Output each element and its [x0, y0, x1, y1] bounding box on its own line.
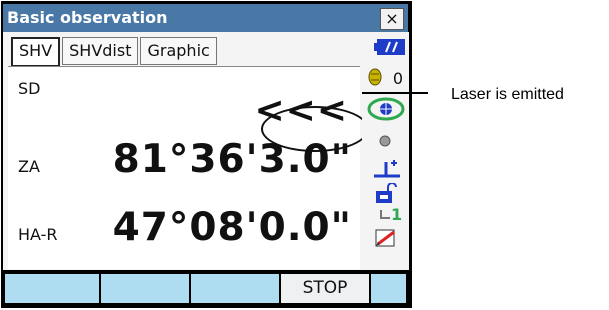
keyboard-unlock-icon[interactable] — [374, 183, 400, 205]
tab-shvdist[interactable]: SHVdist — [62, 37, 139, 65]
coin-icon — [368, 68, 382, 86]
tab-shv[interactable]: SHV — [11, 37, 61, 67]
instrument-screen: Basic observation × SHV SHVdist Graphic … — [1, 1, 412, 308]
window-title: Basic observation — [7, 8, 168, 27]
ha-label: HA-R — [18, 225, 58, 244]
title-bar: Basic observation × — [3, 4, 408, 32]
softkey-1[interactable] — [5, 274, 99, 303]
tilt-level-icon[interactable] — [372, 156, 402, 178]
callout-line — [362, 92, 428, 94]
sd-label: SD — [18, 79, 41, 98]
za-value: 81°36'3.0" — [112, 137, 352, 182]
stop-button[interactable]: STOP — [281, 274, 369, 303]
battery-icon — [374, 39, 405, 55]
target-prism-icon[interactable] — [366, 96, 406, 122]
softkey-5[interactable] — [371, 274, 406, 303]
coin-count: 0 — [392, 69, 403, 88]
close-button[interactable]: × — [380, 8, 404, 30]
main-panel: SHV SHVdist Graphic SD <<< ZA 81°36'3.0"… — [3, 32, 369, 270]
softkey-bar: STOP — [3, 272, 408, 305]
ha-value: 47°08'0.0" — [112, 205, 352, 250]
za-label: ZA — [18, 157, 40, 176]
observation-content: SD <<< ZA 81°36'3.0" HA-R 47°08'0.0" — [8, 66, 369, 269]
status-sidebar: 0 1 — [362, 32, 409, 270]
tab-graphic[interactable]: Graphic — [140, 37, 217, 65]
page-number: 1 — [391, 205, 403, 224]
callout-label: Laser is emitted — [451, 86, 564, 103]
softkey-3[interactable] — [191, 274, 279, 303]
dot-indicator-icon — [379, 135, 391, 147]
softkey-2[interactable] — [101, 274, 189, 303]
record-pen-icon[interactable] — [374, 228, 398, 250]
tab-bar: SHV SHVdist Graphic — [11, 37, 217, 67]
